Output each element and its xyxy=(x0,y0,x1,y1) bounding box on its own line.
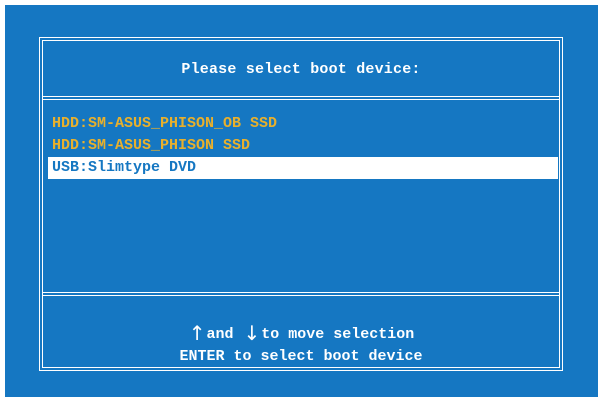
down-arrow-icon: ↓ xyxy=(243,321,261,345)
move-selection-text: to move selection xyxy=(261,326,415,343)
dialog-title: Please select boot device: xyxy=(181,60,421,78)
up-arrow-icon: ↑ xyxy=(188,321,206,345)
navigation-hint: ↑and ↓to move selection xyxy=(43,321,559,345)
boot-device-item-hdd-phison-ob[interactable]: HDD:SM-ASUS_PHISON_OB SSD xyxy=(48,113,558,135)
boot-menu-screen: Please select boot device: HDD:SM-ASUS_P… xyxy=(5,5,598,397)
help-divider xyxy=(43,292,559,296)
boot-device-item-hdd-phison[interactable]: HDD:SM-ASUS_PHISON SSD xyxy=(48,135,558,157)
boot-device-list: HDD:SM-ASUS_PHISON_OB SSD HDD:SM-ASUS_PH… xyxy=(48,113,558,179)
boot-device-item-usb-dvd[interactable]: USB:Slimtype DVD xyxy=(48,157,558,179)
and-text: and xyxy=(206,326,234,343)
title-divider xyxy=(43,96,559,100)
boot-device-dialog: Please select boot device: HDD:SM-ASUS_P… xyxy=(39,37,563,371)
help-text: ↑and ↓to move selection ENTER to select … xyxy=(43,321,559,369)
enter-hint: ENTER to select boot device xyxy=(179,348,423,365)
